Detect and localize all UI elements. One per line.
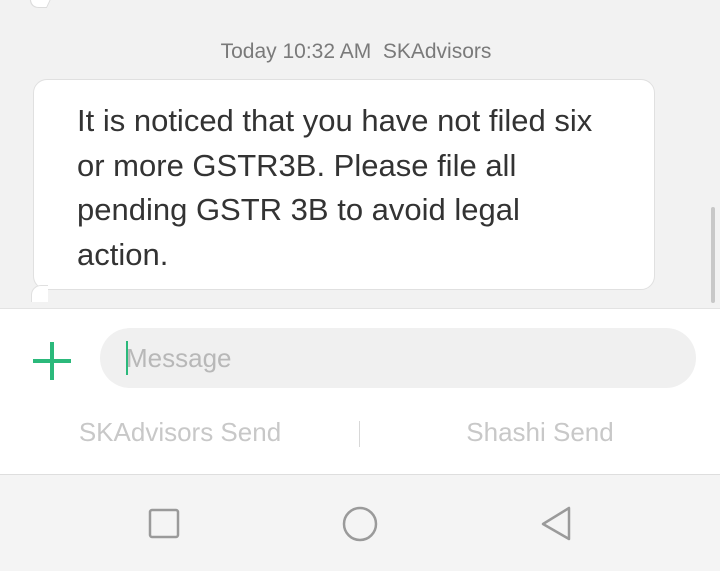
navigation-bar — [0, 474, 720, 571]
scrollbar[interactable] — [711, 207, 715, 303]
conversation-view[interactable]: Today 10:32 AM SKAdvisors It is noticed … — [0, 0, 720, 308]
plus-icon[interactable] — [30, 339, 74, 383]
compose-bar: SKAdvisors Send Shashi Send — [0, 308, 720, 474]
message-text: It is noticed that you have not filed si… — [77, 103, 593, 272]
circle-icon[interactable] — [340, 503, 380, 543]
send-sim2-button[interactable]: Shashi Send — [360, 417, 720, 453]
square-icon[interactable] — [144, 503, 184, 543]
send-sim1-button[interactable]: SKAdvisors Send — [0, 417, 360, 453]
triangle-back-icon[interactable] — [537, 503, 577, 543]
text-cursor — [126, 341, 128, 375]
message-timestamp: Today 10:32 AM SKAdvisors — [220, 40, 492, 63]
message-input[interactable] — [100, 328, 696, 388]
message-bubble-tail — [31, 285, 48, 302]
message-bubble[interactable]: It is noticed that you have not filed si… — [33, 79, 655, 290]
previous-message-bubble[interactable] — [24, 0, 58, 8]
